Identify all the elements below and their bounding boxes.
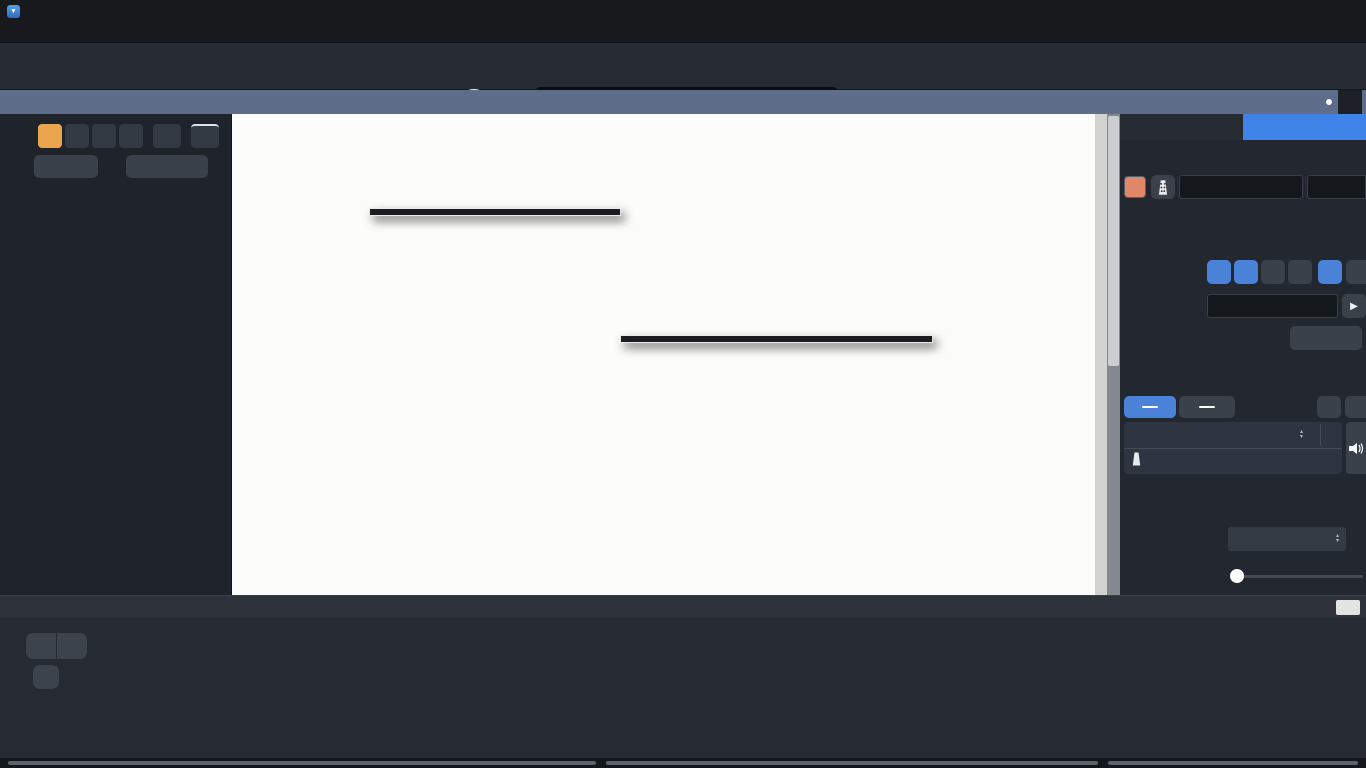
notation-single-staff-button[interactable] (1318, 260, 1342, 284)
context-menu (369, 208, 621, 216)
new-tab-button[interactable] (1338, 90, 1362, 114)
track-name-field[interactable] (1179, 175, 1303, 199)
tuning-play-button[interactable]: ▶ (1342, 294, 1366, 318)
app-icon: ▼ (7, 4, 20, 18)
edition-palette (0, 114, 232, 595)
signal-chain[interactable] (1132, 452, 1149, 466)
notation-grand-staff-button[interactable] (1288, 260, 1312, 284)
bar-submenu (620, 335, 933, 343)
toolbar: ▴▾ ◫▴▾ |◀ ▶| (0, 43, 1366, 130)
track-shortname-field[interactable] (1307, 175, 1366, 199)
multivoice-button[interactable] (153, 124, 181, 148)
guitar-headstock-icon (1132, 452, 1141, 466)
more-button[interactable] (1290, 326, 1362, 350)
speaker-icon (1349, 442, 1364, 454)
sound-slot-stepper[interactable]: ▴ ▾ (1300, 429, 1303, 440)
midi-button[interactable] (1179, 396, 1235, 418)
palm-mute-slider[interactable] (1230, 569, 1363, 583)
tab-song[interactable] (1120, 114, 1243, 140)
fretboard-scrollbar[interactable] (0, 758, 1366, 768)
inspector-panel: ▶ ▴ ▾ ▴ ▾ (1120, 114, 1366, 595)
tab-modified-dot (1326, 99, 1332, 105)
slider-thumb[interactable] (1230, 569, 1244, 583)
voice-4-button[interactable] (119, 124, 143, 148)
track-icon-button[interactable] (1151, 175, 1175, 199)
play-style-select[interactable]: ▴ ▾ (1228, 527, 1346, 551)
maximize-button[interactable] (1274, 0, 1320, 22)
fretboard-canvas[interactable] (0, 618, 1366, 758)
sound-slot[interactable]: ▴ ▾ (1124, 422, 1342, 474)
voice-3-button[interactable] (92, 124, 116, 148)
voice-1-button[interactable] (38, 124, 62, 148)
fretboard-corner-button[interactable] (1336, 600, 1360, 615)
guitar-headstock-icon (1158, 179, 1168, 195)
close-button[interactable] (1320, 0, 1366, 22)
tab-track[interactable] (1243, 114, 1366, 140)
score-margin (1095, 114, 1107, 595)
add-sound-button[interactable] (1317, 396, 1341, 418)
track-color-swatch[interactable] (1124, 176, 1146, 198)
tuning-field[interactable] (1207, 294, 1338, 318)
document-tabstrip (0, 90, 1366, 114)
menubar (0, 22, 1366, 43)
chords-button[interactable] (126, 155, 208, 178)
lyrics-button[interactable] (34, 155, 98, 178)
automation-button[interactable] (1345, 396, 1366, 418)
sound-mute-button[interactable] (1346, 422, 1366, 474)
fretboard-settings-button[interactable] (33, 665, 59, 689)
minimize-button[interactable] (1228, 0, 1274, 22)
score-view[interactable] (232, 114, 1120, 595)
score-scrollbar[interactable] (1107, 114, 1120, 595)
fretboard-prev-button[interactable] (26, 633, 56, 659)
fretboard-window (0, 595, 1366, 768)
notation-standard-button[interactable] (1234, 260, 1258, 284)
fretboard-titlebar[interactable] (0, 596, 1366, 618)
score-scrollbar-thumb[interactable] (1108, 116, 1119, 366)
score-canvas[interactable] (232, 114, 1120, 595)
voice-2-button[interactable] (65, 124, 89, 148)
titlebar: ▼ (0, 0, 1366, 22)
notation-tab-button[interactable] (1207, 260, 1231, 284)
fretboard-next-button[interactable] (57, 633, 87, 659)
notation-slash-button[interactable] (1261, 260, 1285, 284)
guitar-pro-window: ▼ ▴▾ ◫▴▾ |◀ ▶| (0, 0, 1366, 768)
collapse-palette-button[interactable] (191, 124, 219, 148)
notation-multi-staff-button[interactable] (1346, 260, 1366, 284)
rse-button[interactable] (1124, 396, 1176, 418)
